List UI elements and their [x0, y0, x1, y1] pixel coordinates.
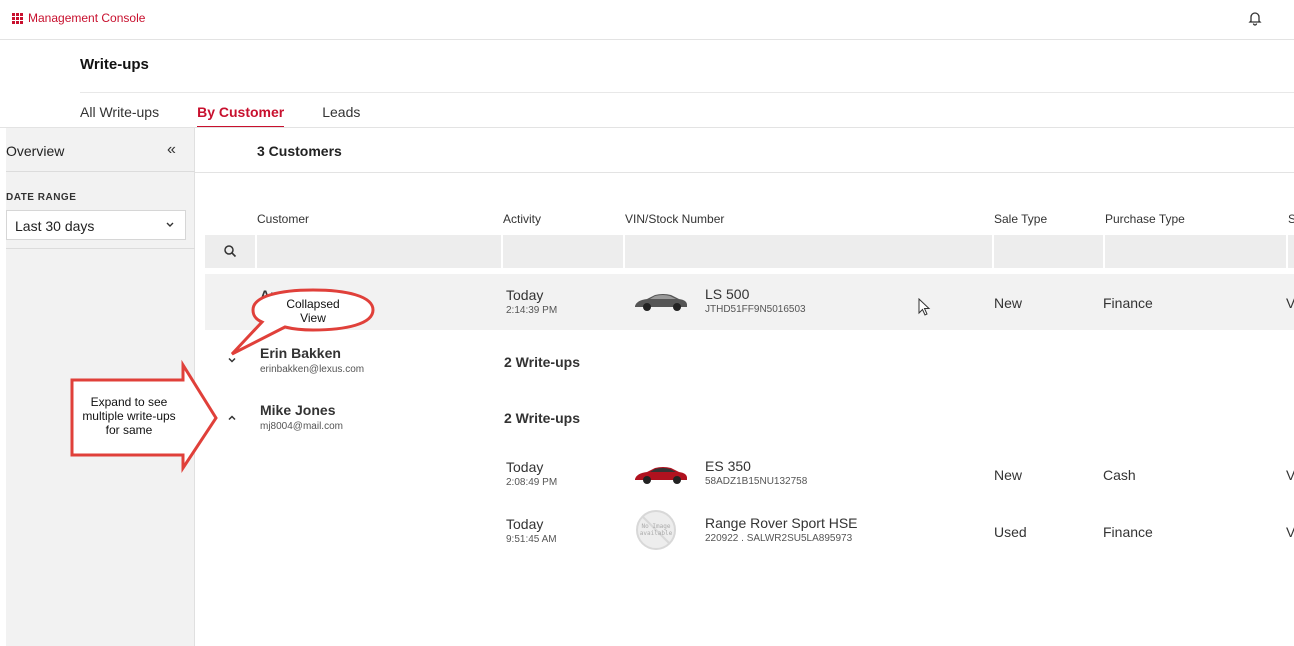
column-header-vin[interactable]: VIN/Stock Number — [625, 212, 724, 226]
no-image-text: No Image available — [639, 523, 673, 537]
status-value: V — [1286, 467, 1294, 483]
customer-filter-input[interactable] — [257, 235, 503, 268]
collapse-sidebar-icon[interactable]: « — [167, 141, 176, 159]
tab-by-customer[interactable]: By Customer — [197, 104, 285, 128]
table-row[interactable]: Mike Jones mj8004@mail.com 2 Write-ups — [205, 394, 1294, 450]
activity-time: 2:14:39 PM — [506, 305, 558, 316]
app-title-text: Management Console — [28, 11, 146, 25]
apps-grid-icon[interactable] — [12, 12, 23, 24]
sale-type: New — [994, 467, 1023, 483]
activity-day: Today — [506, 459, 544, 475]
date-range-value: Last 30 days — [15, 218, 95, 234]
customer-name: Mike Jones — [260, 402, 336, 418]
activity-day: Today — [506, 287, 544, 303]
chevron-down-icon[interactable] — [227, 355, 237, 365]
customer-name: Erin Bakken — [260, 345, 341, 361]
tab-bar: All Write-ups By Customer Leads — [80, 104, 398, 128]
expand-callout-text: Expand to see multiple write-ups for sam… — [82, 395, 176, 437]
column-header-sale-type[interactable]: Sale Type — [994, 212, 1047, 226]
customer-name: An — [260, 287, 279, 303]
mouse-cursor-icon — [918, 298, 931, 316]
sale-type-filter-input[interactable] — [994, 235, 1105, 268]
vehicle-model: Range Rover Sport HSE — [705, 515, 858, 531]
tab-all-write-ups[interactable]: All Write-ups — [80, 104, 159, 128]
writeup-count[interactable]: 2 Write-ups — [504, 354, 580, 370]
column-header-purchase-type[interactable]: Purchase Type — [1105, 212, 1185, 226]
activity-time: 9:51:45 AM — [506, 534, 557, 545]
purchase-type-filter-input[interactable] — [1105, 235, 1288, 268]
date-range-select[interactable]: Last 30 days — [6, 210, 186, 240]
sale-type: Used — [994, 524, 1027, 540]
chevron-down-icon — [166, 222, 174, 227]
vin-filter-input[interactable] — [625, 235, 994, 268]
overview-label: Overview — [6, 143, 65, 159]
vin-number: JTHD51FF9N5016503 — [705, 304, 806, 315]
column-header-customer[interactable]: Customer — [257, 212, 309, 226]
filter-row — [205, 235, 1294, 268]
divider — [80, 92, 1294, 93]
writeup-count[interactable]: 2 Write-ups — [504, 410, 580, 426]
status-value: V — [1286, 295, 1294, 311]
chevron-up-icon[interactable] — [227, 413, 237, 423]
sidebar: Overview « DATE RANGE Last 30 days — [6, 128, 195, 646]
app-title[interactable]: Management Console — [12, 11, 145, 25]
customer-email: erinbakken@lexus.com — [260, 364, 365, 375]
divider — [195, 172, 1294, 173]
customer-email: mj8004@mail.com — [260, 421, 343, 432]
activity-time: 2:08:49 PM — [506, 477, 558, 488]
column-header-activity[interactable]: Activity — [503, 212, 541, 226]
status-value: V — [1286, 524, 1294, 540]
page-title: Write-ups — [80, 56, 149, 73]
vehicle-thumbnail — [635, 467, 687, 484]
table-row[interactable]: An li Today 2:14:39 PM LS 500 JTHD51FF9N… — [205, 274, 1294, 330]
bell-icon[interactable] — [1247, 10, 1263, 26]
table-row[interactable]: Today 2:08:49 PM ES 350 58ADZ1B15NU13275… — [205, 449, 1294, 505]
sidebar-header: Overview « — [6, 128, 195, 172]
filter-search-cell — [205, 235, 257, 268]
sale-type: New — [994, 295, 1023, 311]
vin-number: 58ADZ1B15NU132758 — [705, 476, 808, 487]
purchase-type: Finance — [1103, 524, 1153, 540]
vehicle-model: ES 350 — [705, 458, 751, 474]
customer-count: 3 Customers — [257, 143, 342, 159]
date-range-label: DATE RANGE — [6, 192, 77, 203]
collapsed-view-text: Collapsed View — [286, 297, 340, 325]
table-row[interactable]: Erin Bakken erinbakken@lexus.com 2 Write… — [205, 336, 1294, 392]
activity-filter-input[interactable] — [503, 235, 625, 268]
column-header-status[interactable]: S — [1288, 212, 1294, 226]
tab-leads[interactable]: Leads — [322, 104, 360, 128]
vehicle-thumbnail — [635, 294, 687, 311]
purchase-type: Finance — [1103, 295, 1153, 311]
customer-email: li — [260, 306, 265, 317]
purchase-type: Cash — [1103, 467, 1136, 483]
vin-number: 220922 . SALWR2SU5LA895973 — [705, 533, 853, 544]
top-bar: Management Console — [0, 0, 1294, 40]
divider — [6, 248, 195, 249]
activity-day: Today — [506, 516, 544, 532]
table-row[interactable]: Today 9:51:45 AM No Image available Rang… — [205, 506, 1294, 562]
vehicle-model: LS 500 — [705, 286, 750, 302]
no-image-placeholder: No Image available — [633, 509, 679, 551]
